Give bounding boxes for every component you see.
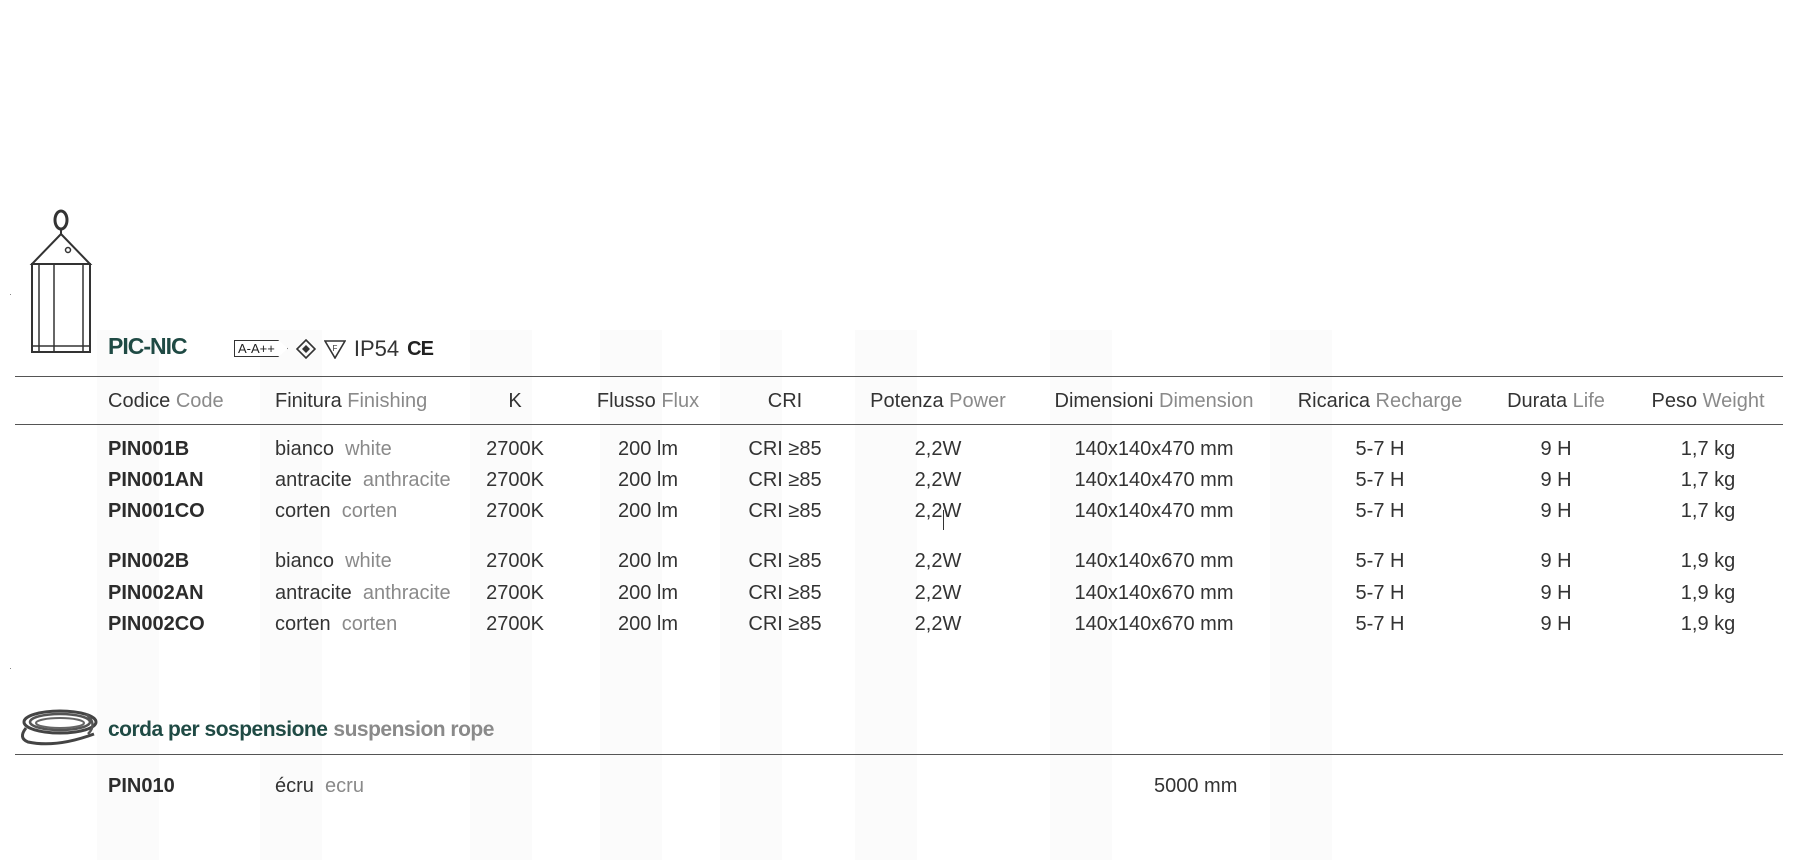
row-life: 9 H	[1540, 500, 1572, 522]
row-life: 9 H	[1540, 550, 1572, 572]
row-dimension: 140x140x470 mm	[1074, 438, 1234, 460]
accessory-finish: écru ecru	[275, 775, 364, 797]
row-power: 2,2W	[914, 469, 962, 491]
text-cursor	[943, 510, 944, 530]
header-code: Codice Code	[108, 390, 224, 412]
row-finish: bianco white	[275, 550, 392, 572]
row-code: PIN001B	[108, 438, 190, 460]
row-code: PIN002CO	[108, 613, 205, 635]
product-title: PIC-NIC	[108, 333, 188, 359]
ce-mark: CE	[407, 337, 434, 360]
row-cri: CRI ≥85	[748, 469, 822, 491]
row-power: 2,2W	[914, 550, 962, 572]
row-weight: 1,9 kg	[1680, 613, 1736, 635]
row-k: 2700K	[486, 469, 544, 491]
row-cri: CRI ≥85	[748, 613, 822, 635]
row-k: 2700K	[486, 582, 544, 604]
row-dimension: 140x140x470 mm	[1074, 469, 1234, 491]
header-k: K	[508, 390, 522, 412]
row-dimension: 140x140x670 mm	[1074, 582, 1234, 604]
header-life: Durata Life	[1507, 390, 1605, 412]
row-weight: 1,9 kg	[1680, 550, 1736, 572]
row-cri: CRI ≥85	[748, 582, 822, 604]
row-k: 2700K	[486, 550, 544, 572]
row-recharge: 5-7 H	[1355, 500, 1405, 522]
header-flux: Flusso Flux	[596, 390, 700, 412]
row-power: 2,2W	[914, 500, 962, 522]
f-mark-icon: F	[323, 340, 346, 359]
row-power: 2,2W	[914, 613, 962, 635]
certification-row: A-A++ F IP54 CE	[234, 335, 434, 363]
row-dimension: 140x140x670 mm	[1074, 613, 1234, 635]
row-flux: 200 lm	[617, 582, 679, 604]
header-bottom-rule	[15, 424, 1783, 425]
header-weight: Peso Weight	[1651, 390, 1765, 412]
row-flux: 200 lm	[617, 500, 679, 522]
row-recharge: 5-7 H	[1355, 438, 1405, 460]
row-recharge: 5-7 H	[1355, 550, 1405, 572]
header-dimension: Dimensioni Dimension	[1054, 390, 1254, 412]
row-k: 2700K	[486, 438, 544, 460]
accessory-title: corda per sospensione suspension rope	[108, 718, 494, 741]
row-power: 2,2W	[914, 582, 962, 604]
class-ii-icon	[295, 339, 316, 359]
row-flux: 200 lm	[617, 550, 679, 572]
lantern-icon	[29, 209, 93, 353]
row-recharge: 5-7 H	[1355, 469, 1405, 491]
row-weight: 1,9 kg	[1680, 582, 1736, 604]
row-dimension: 140x140x470 mm	[1074, 500, 1234, 522]
row-weight: 1,7 kg	[1680, 438, 1736, 460]
row-finish: corten corten	[275, 613, 398, 635]
row-weight: 1,7 kg	[1680, 469, 1736, 491]
row-flux: 200 lm	[617, 438, 679, 460]
row-flux: 200 lm	[617, 469, 679, 491]
row-life: 9 H	[1540, 613, 1572, 635]
rope-icon	[21, 709, 98, 746]
row-weight: 1,7 kg	[1680, 500, 1736, 522]
row-recharge: 5-7 H	[1355, 613, 1405, 635]
energy-class-icon: A-A++	[234, 339, 288, 359]
header-cri: CRI	[767, 390, 803, 412]
row-code: PIN002AN	[108, 582, 204, 604]
row-life: 9 H	[1540, 469, 1572, 491]
svg-text:F: F	[332, 344, 337, 353]
accessory-dimension: 5000 mm	[1154, 775, 1238, 797]
speck	[10, 294, 11, 295]
header-finishing: Finitura Finishing	[275, 390, 428, 412]
energy-class-label: A-A++	[234, 340, 288, 357]
row-power: 2,2W	[914, 438, 962, 460]
row-finish: antracite anthracite	[275, 582, 451, 604]
row-code: PIN001CO	[108, 500, 205, 522]
row-k: 2700K	[486, 613, 544, 635]
row-k: 2700K	[486, 500, 544, 522]
row-finish: bianco white	[275, 438, 392, 460]
row-cri: CRI ≥85	[748, 500, 822, 522]
accessory-code: PIN010	[108, 775, 175, 797]
header-power: Potenza Power	[870, 390, 1006, 412]
row-life: 9 H	[1540, 582, 1572, 604]
row-finish: corten corten	[275, 500, 398, 522]
row-code: PIN001AN	[108, 469, 204, 491]
header-recharge: Ricarica Recharge	[1297, 390, 1463, 412]
row-dimension: 140x140x670 mm	[1074, 550, 1234, 572]
row-recharge: 5-7 H	[1355, 582, 1405, 604]
row-life: 9 H	[1540, 438, 1572, 460]
row-flux: 200 lm	[617, 613, 679, 635]
row-code: PIN002B	[108, 550, 190, 572]
accessory-rule	[15, 754, 1783, 755]
row-cri: CRI ≥85	[748, 550, 822, 572]
ip-rating: IP54	[353, 336, 400, 361]
header-top-rule	[15, 376, 1783, 377]
row-finish: antracite anthracite	[275, 469, 451, 491]
row-cri: CRI ≥85	[748, 438, 822, 460]
speck	[10, 668, 11, 669]
